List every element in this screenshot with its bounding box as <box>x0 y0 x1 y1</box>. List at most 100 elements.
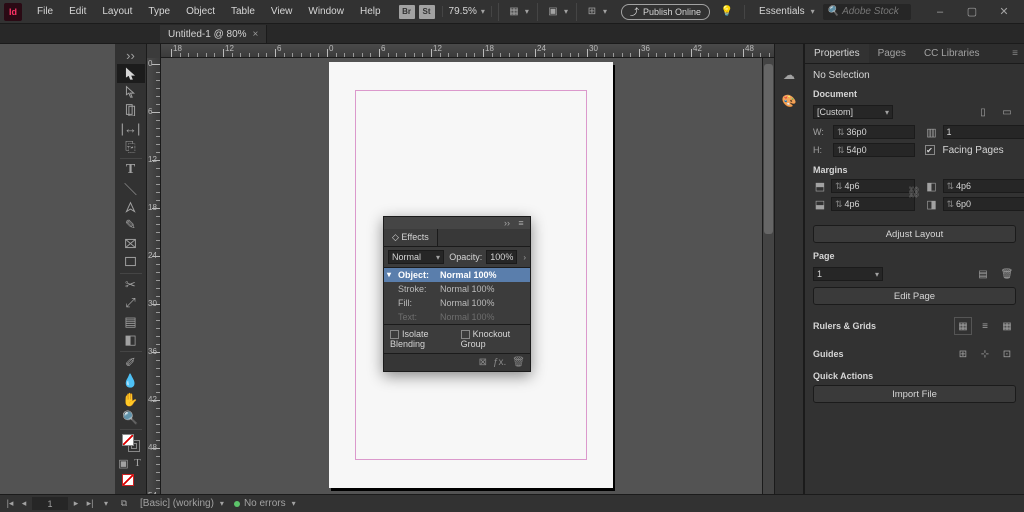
edit-page-button[interactable]: Edit Page <box>813 287 1016 305</box>
color-icon[interactable]: 🎨 <box>782 94 797 108</box>
new-page-icon[interactable]: ▤ <box>974 265 992 283</box>
panel-menu-icon[interactable]: ≡ <box>1006 44 1024 63</box>
clear-effects-icon[interactable]: ⊠ <box>479 357 487 368</box>
menu-layout[interactable]: Layout <box>95 6 139 17</box>
last-page-button[interactable]: ▸| <box>84 498 96 510</box>
page-number-select[interactable]: 1▾ <box>813 267 883 281</box>
formatting-text-icon[interactable]: T <box>131 454 145 472</box>
gradient-swatch-tool[interactable]: ▤ <box>117 312 145 330</box>
apply-none-icon[interactable] <box>117 472 145 494</box>
facing-pages-checkbox[interactable] <box>925 145 935 155</box>
fill-stroke-swatch[interactable] <box>117 432 145 454</box>
effects-row-fill[interactable]: Fill:Normal 100% <box>384 296 530 310</box>
opacity-field[interactable]: 100% <box>486 250 517 264</box>
grabber[interactable]: ›› <box>117 46 145 64</box>
document-grid-icon[interactable]: ▦ <box>998 317 1016 335</box>
panel-menu-icon[interactable]: ≡ <box>516 218 526 228</box>
view-options-button[interactable]: ▦▾ <box>498 3 535 21</box>
note-tool[interactable]: ✐ <box>117 354 145 372</box>
pencil-tool[interactable]: ✎ <box>117 216 145 234</box>
menu-edit[interactable]: Edit <box>62 6 93 17</box>
zoom-tool[interactable]: 🔍 <box>117 409 145 427</box>
panel-collapse-icon[interactable]: ›› <box>502 218 512 228</box>
show-guides-icon[interactable]: ⊞ <box>954 345 972 363</box>
next-page-button[interactable]: ▸ <box>70 498 82 510</box>
formatting-container-icon[interactable]: ▣ <box>117 454 131 472</box>
vertical-scrollbar[interactable] <box>762 58 774 494</box>
rectangle-tool[interactable] <box>117 253 145 271</box>
menu-type[interactable]: Type <box>141 6 177 17</box>
gradient-feather-tool[interactable]: ◧ <box>117 331 145 349</box>
content-collector-tool[interactable]: ⎘ <box>117 137 145 155</box>
ruler-vertical[interactable]: 061218243036424854 <box>147 58 161 494</box>
hand-tool[interactable]: ✋ <box>117 391 145 409</box>
knockout-group-checkbox[interactable]: Knockout Group <box>461 329 524 349</box>
page-number-field[interactable]: 1 <box>32 497 68 510</box>
lightbulb-icon[interactable]: 💡 <box>718 3 736 21</box>
blend-mode-select[interactable]: Normal ▾ <box>388 250 444 264</box>
margin-left-field[interactable]: ⇅4p6 <box>943 179 1024 193</box>
eyedropper-tool[interactable]: 💧 <box>117 372 145 390</box>
menu-object[interactable]: Object <box>179 6 222 17</box>
scissors-tool[interactable]: ✂ <box>117 276 145 294</box>
bridge-icon[interactable]: Br <box>399 5 415 19</box>
pasteboard[interactable]: ›› ≡ ◇ Effects Normal ▾ Opacity: <box>161 58 762 494</box>
close-button[interactable]: ✕ <box>988 2 1020 22</box>
link-margins-icon[interactable]: ⛓ <box>907 185 921 199</box>
ruler-horizontal[interactable]: 181260612182430364248 <box>161 44 774 57</box>
import-file-button[interactable]: Import File <box>813 385 1016 403</box>
pages-count-field[interactable]: 1 <box>943 125 1024 139</box>
pen-tool[interactable] <box>117 198 145 216</box>
tab-properties[interactable]: Properties <box>805 44 869 63</box>
page-preset-select[interactable]: [Custom]▾ <box>813 105 893 119</box>
line-tool[interactable]: ＼ <box>117 179 145 198</box>
rectangle-frame-tool[interactable] <box>117 234 145 252</box>
fx-icon[interactable]: ƒx. <box>493 357 506 368</box>
screen-mode-button[interactable]: ▣▾ <box>537 3 574 21</box>
cc-libraries-icon[interactable]: ☁ <box>783 68 795 82</box>
publish-online-button[interactable]: ⤴ Publish Online <box>621 4 710 20</box>
minimize-button[interactable]: – <box>924 2 956 22</box>
chevron-down-icon[interactable]: ▾ <box>102 499 108 508</box>
preflight-errors[interactable]: No errors <box>244 498 286 509</box>
arrange-button[interactable]: ⊞▾ <box>576 3 613 21</box>
free-transform-tool[interactable]: ⤢ <box>117 294 145 312</box>
rulers-icon[interactable]: ▦ <box>954 317 972 335</box>
smart-guides-icon[interactable]: ⊹ <box>976 345 994 363</box>
trash-icon[interactable]: 🗑 <box>512 357 525 368</box>
menu-table[interactable]: Table <box>224 6 262 17</box>
search-input[interactable]: 🔍 Adobe Stock <box>823 4 911 20</box>
open-panel-icon[interactable]: ⧉ <box>118 498 130 510</box>
menu-file[interactable]: File <box>30 6 60 17</box>
width-field[interactable]: ⇅36p0 <box>833 125 915 139</box>
ruler-origin[interactable] <box>147 44 161 58</box>
snap-guides-icon[interactable]: ⊡ <box>998 345 1016 363</box>
document-tab[interactable]: Untitled-1 @ 80% × <box>160 25 267 43</box>
baseline-grid-icon[interactable]: ≡ <box>976 317 994 335</box>
margin-bottom-field[interactable]: ⇅4p6 <box>831 197 915 211</box>
stepper-icon[interactable]: ⇅ <box>837 145 845 156</box>
type-tool[interactable]: T <box>117 161 145 179</box>
tab-pages[interactable]: Pages <box>869 44 915 63</box>
direct-selection-tool[interactable] <box>117 83 145 101</box>
prev-page-button[interactable]: ◂ <box>18 498 30 510</box>
zoom-dropdown[interactable]: 79.5% ▾ <box>442 6 492 17</box>
preflight-profile[interactable]: [Basic] (working) <box>140 498 214 509</box>
adjust-layout-button[interactable]: Adjust Layout <box>813 225 1016 243</box>
orientation-portrait-icon[interactable]: ▯ <box>974 103 992 121</box>
menu-help[interactable]: Help <box>353 6 388 17</box>
orientation-landscape-icon[interactable]: ▭ <box>998 103 1016 121</box>
gap-tool[interactable]: |↔| <box>117 119 145 137</box>
page-tool[interactable] <box>117 101 145 119</box>
first-page-button[interactable]: |◂ <box>4 498 16 510</box>
opacity-stepper-icon[interactable]: › <box>521 253 526 262</box>
margin-right-field[interactable]: ⇅6p0 <box>943 197 1024 211</box>
tab-close-icon[interactable]: × <box>253 29 259 40</box>
menu-window[interactable]: Window <box>301 6 351 17</box>
workspace-select[interactable]: Essentials ▾ <box>753 6 821 17</box>
effects-row-object[interactable]: Object:Normal 100% <box>384 268 530 282</box>
maximize-button[interactable]: ▢ <box>956 2 988 22</box>
height-field[interactable]: ⇅54p0 <box>833 143 915 157</box>
tab-cclibraries[interactable]: CC Libraries <box>915 44 989 63</box>
selection-tool[interactable] <box>117 64 145 82</box>
